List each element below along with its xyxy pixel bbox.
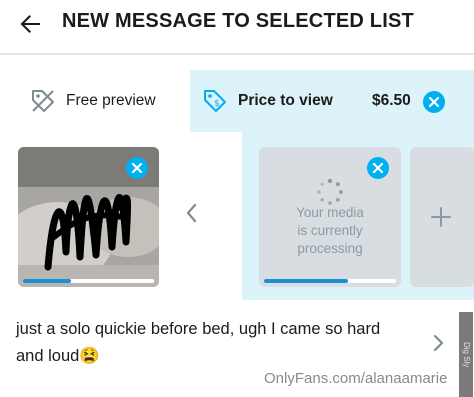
header: NEW MESSAGE TO SELECTED LIST bbox=[0, 0, 474, 48]
close-icon bbox=[428, 96, 440, 108]
processing-progress bbox=[264, 279, 396, 283]
close-icon bbox=[372, 162, 384, 174]
price-value[interactable]: $6.50 bbox=[372, 92, 411, 110]
back-arrow-icon[interactable] bbox=[14, 8, 46, 40]
preview-upload-progress bbox=[23, 279, 154, 283]
header-divider bbox=[0, 53, 474, 55]
tag-off-icon bbox=[32, 90, 54, 112]
remove-preview-button[interactable] bbox=[126, 157, 148, 179]
message-text[interactable]: just a solo quickie before bed, ugh I ca… bbox=[16, 316, 406, 370]
preview-upload-progress-fill bbox=[23, 279, 72, 283]
processing-line-2: is currently bbox=[297, 223, 363, 238]
chevron-left-icon bbox=[186, 203, 197, 223]
loading-spinner-icon bbox=[317, 178, 343, 205]
clear-price-button[interactable] bbox=[423, 91, 445, 113]
side-watermark: Dig Sly bbox=[459, 312, 473, 397]
page-title: NEW MESSAGE TO SELECTED LIST bbox=[62, 10, 414, 32]
expand-chevron-button[interactable] bbox=[428, 330, 450, 356]
tab-price-to-view[interactable]: $ Price to view bbox=[202, 88, 333, 114]
price-tag-icon: $ bbox=[204, 90, 226, 112]
tab-free-preview-label: Free preview bbox=[66, 92, 156, 109]
carousel-prev-button[interactable] bbox=[180, 200, 204, 226]
chevron-right-icon bbox=[433, 334, 444, 352]
svg-text:$: $ bbox=[214, 99, 220, 109]
processing-line-3: processing bbox=[297, 241, 363, 256]
plus-icon bbox=[431, 207, 451, 227]
processing-message: Your media is currently processing bbox=[259, 204, 401, 258]
processing-progress-fill bbox=[264, 279, 349, 283]
add-media-button[interactable] bbox=[410, 147, 474, 287]
remove-processing-media-button[interactable] bbox=[367, 157, 389, 179]
tab-price-to-view-label: Price to view bbox=[238, 92, 333, 109]
tab-free-preview[interactable]: Free preview bbox=[30, 88, 156, 114]
watermark-text: OnlyFans.com/alanaamarie bbox=[264, 370, 448, 387]
processing-line-1: Your media bbox=[296, 205, 364, 220]
close-icon bbox=[131, 162, 143, 174]
